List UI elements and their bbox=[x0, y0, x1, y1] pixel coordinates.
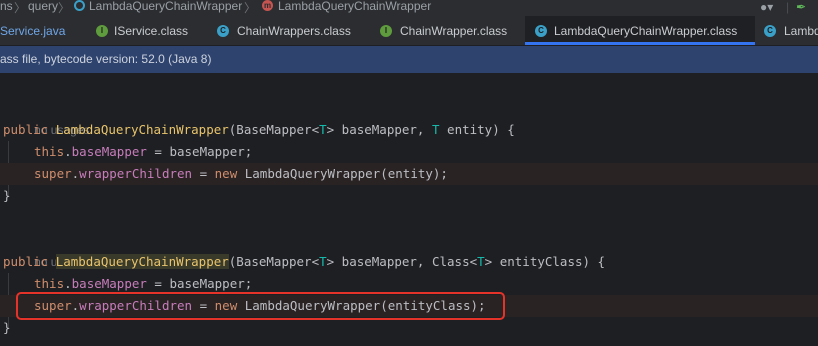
tab-lambd[interactable]: C Lambd bbox=[756, 16, 818, 45]
code-text: LambdaQueryWrapper(entity); bbox=[244, 166, 448, 181]
code-editor[interactable]: no usages public LambdaQueryChainWrapper… bbox=[0, 73, 818, 346]
code-line: super.wrapperChildren = new LambdaQueryW… bbox=[0, 163, 818, 185]
code-text: > entityClass) { bbox=[484, 254, 606, 269]
interface-icon: I bbox=[96, 25, 108, 37]
code-text: entity) { bbox=[439, 122, 515, 137]
constructor-name: LambdaQueryChainWrapper bbox=[55, 122, 229, 137]
separator-icon: | bbox=[786, 0, 790, 14]
closing-brace: } bbox=[3, 188, 11, 203]
class-icon: C bbox=[535, 25, 547, 37]
class-icon: C bbox=[764, 25, 776, 37]
type-param: T bbox=[477, 254, 485, 269]
code-line: public LambdaQueryChainWrapper(BaseMappe… bbox=[0, 251, 818, 273]
decompiled-info-banner: ass file, bytecode version: 52.0 (Java 8… bbox=[0, 46, 818, 73]
class-icon: C bbox=[217, 25, 229, 37]
highlight-annotation-box bbox=[16, 292, 505, 320]
tab-label: Lambd bbox=[784, 24, 818, 38]
code-line: no usages bbox=[0, 97, 818, 137]
tab-lambdaquerychainwrapper-class[interactable]: C LambdaQueryChainWrapper.class bbox=[525, 16, 755, 45]
tab-label: LambdaQueryChainWrapper.class bbox=[554, 24, 738, 38]
code-text: > baseMapper, bbox=[326, 122, 432, 137]
tab-label: ChainWrapper.class bbox=[400, 24, 508, 38]
active-tab-indicator bbox=[525, 42, 755, 45]
build-hammer-icon[interactable]: ✒ bbox=[796, 0, 806, 14]
keyword: new bbox=[214, 166, 245, 181]
closing-brace: } bbox=[3, 320, 11, 335]
tab-label: Service.java bbox=[0, 24, 66, 38]
tab-label: IService.class bbox=[114, 24, 189, 38]
editor-tabs: Service.java I IService.class C ChainWra… bbox=[0, 16, 818, 46]
constructor-name: LambdaQueryChainWrapper bbox=[55, 254, 229, 269]
breadcrumb-segment[interactable]: query bbox=[28, 0, 58, 13]
user-icon[interactable]: ●▾ bbox=[760, 0, 773, 14]
code-text: > baseMapper, Class< bbox=[326, 254, 478, 269]
tab-chainwrappers-class[interactable]: C ChainWrappers.class bbox=[205, 16, 367, 45]
type-param: T bbox=[431, 122, 440, 137]
code-line: } bbox=[0, 317, 818, 339]
code-line: no usages bbox=[0, 229, 818, 269]
tab-chainwrapper-class[interactable]: I ChainWrapper.class bbox=[368, 16, 524, 45]
code-text: = baseMapper; bbox=[146, 276, 253, 291]
breadcrumb-separator: 〉 bbox=[244, 1, 257, 15]
code-text: . bbox=[64, 144, 72, 159]
breadcrumb-segment[interactable]: LambdaQueryChainWrapper bbox=[278, 0, 431, 13]
breadcrumb-separator: 〉 bbox=[14, 1, 27, 15]
code-text: (BaseMapper< bbox=[228, 254, 320, 269]
tab-service-java[interactable]: Service.java bbox=[0, 16, 85, 45]
keyword: super bbox=[34, 166, 72, 181]
field-name: baseMapper bbox=[71, 276, 147, 291]
class-icon bbox=[74, 0, 85, 11]
breadcrumb: ns 〉 query 〉 LambdaQueryChainWrapper 〉 m… bbox=[0, 0, 818, 16]
code-line: } bbox=[0, 185, 818, 207]
code-text: = bbox=[192, 166, 215, 181]
method-icon: m bbox=[262, 0, 273, 11]
keyword: this bbox=[34, 144, 65, 159]
keyword: this bbox=[34, 276, 65, 291]
banner-text: ass file, bytecode version: 52.0 (Java 8… bbox=[0, 52, 212, 66]
breadcrumb-segment[interactable]: LambdaQueryChainWrapper bbox=[89, 0, 242, 13]
code-text: = baseMapper; bbox=[146, 144, 253, 159]
code-text: . bbox=[64, 276, 72, 291]
tab-iservice-class[interactable]: I IService.class bbox=[86, 16, 204, 45]
breadcrumb-separator: 〉 bbox=[58, 1, 71, 15]
type-param: T bbox=[319, 122, 327, 137]
keyword: public bbox=[3, 254, 56, 269]
tab-label: ChainWrappers.class bbox=[237, 24, 351, 38]
field-name: wrapperChildren bbox=[79, 166, 193, 181]
type-param: T bbox=[319, 254, 327, 269]
code-text: (BaseMapper< bbox=[228, 122, 320, 137]
code-line: this.baseMapper = baseMapper; bbox=[0, 141, 818, 163]
keyword: public bbox=[3, 122, 56, 137]
interface-icon: I bbox=[380, 25, 392, 37]
field-name: baseMapper bbox=[71, 144, 147, 159]
code-line: public LambdaQueryChainWrapper(BaseMappe… bbox=[0, 119, 818, 141]
breadcrumb-segment[interactable]: ns bbox=[0, 0, 13, 13]
